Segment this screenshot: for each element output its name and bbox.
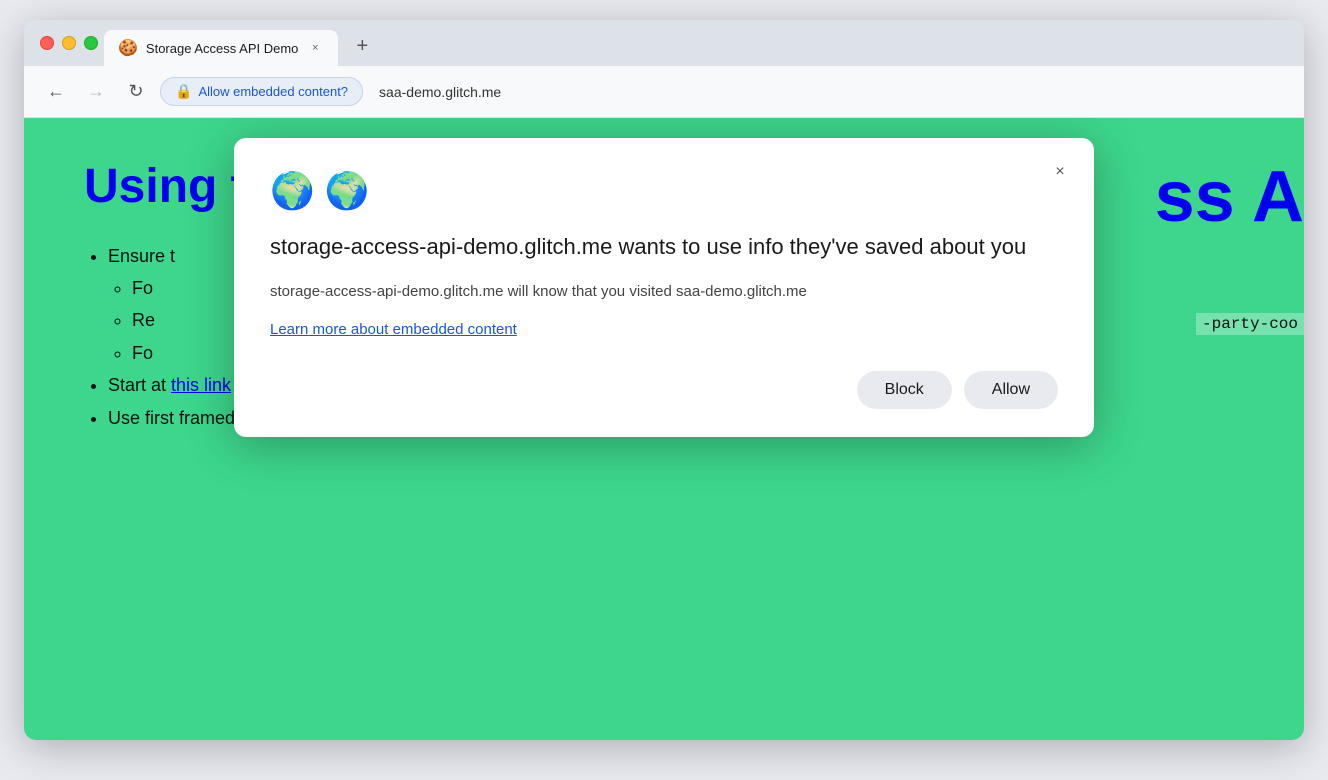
dialog-body: storage-access-api-demo.glitch.me will k…: [270, 281, 1058, 304]
tab-bar: 🍪 Storage Access API Demo × +: [24, 20, 1304, 66]
tab-favicon: 🍪: [118, 38, 138, 58]
learn-more-link[interactable]: Learn more about embedded content: [270, 321, 517, 338]
close-traffic-light[interactable]: [40, 36, 54, 50]
active-tab[interactable]: 🍪 Storage Access API Demo ×: [104, 30, 338, 66]
address-bar[interactable]: 🔒 Allow embedded content? saa-demo.glitc…: [160, 77, 1288, 106]
new-tab-button[interactable]: +: [346, 30, 378, 62]
dialog-actions: Block Allow: [270, 371, 1058, 409]
page-content: Using this Ensure t Fo Re Fo Start at th…: [24, 118, 1304, 740]
permission-dialog: × 🌍 🌍 storage-access-api-demo.glitch.me …: [234, 138, 1094, 437]
globe-icon-2: 🌍: [325, 170, 370, 212]
dialog-close-button[interactable]: ×: [1046, 158, 1074, 186]
tab-title: Storage Access API Demo: [146, 41, 298, 56]
dialog-title: storage-access-api-demo.glitch.me wants …: [270, 232, 1058, 263]
forward-button[interactable]: →: [80, 76, 112, 108]
permission-chip[interactable]: 🔒 Allow embedded content?: [160, 77, 363, 106]
shield-icon: 🔒: [175, 83, 192, 100]
dialog-icons: 🌍 🌍: [270, 170, 1058, 212]
maximize-traffic-light[interactable]: [84, 36, 98, 50]
browser-window: 🍪 Storage Access API Demo × + ← → ↻ 🔒 Al…: [24, 20, 1304, 740]
traffic-lights: [40, 36, 98, 50]
dialog-overlay: × 🌍 🌍 storage-access-api-demo.glitch.me …: [24, 118, 1304, 740]
refresh-button[interactable]: ↻: [120, 76, 152, 108]
globe-icon-1: 🌍: [270, 170, 315, 212]
tab-close-button[interactable]: ×: [306, 39, 324, 57]
minimize-traffic-light[interactable]: [62, 36, 76, 50]
address-text: saa-demo.glitch.me: [363, 84, 517, 100]
allow-button[interactable]: Allow: [964, 371, 1058, 409]
toolbar: ← → ↻ 🔒 Allow embedded content? saa-demo…: [24, 66, 1304, 118]
block-button[interactable]: Block: [857, 371, 952, 409]
permission-chip-label: Allow embedded content?: [198, 84, 348, 99]
back-button[interactable]: ←: [40, 76, 72, 108]
